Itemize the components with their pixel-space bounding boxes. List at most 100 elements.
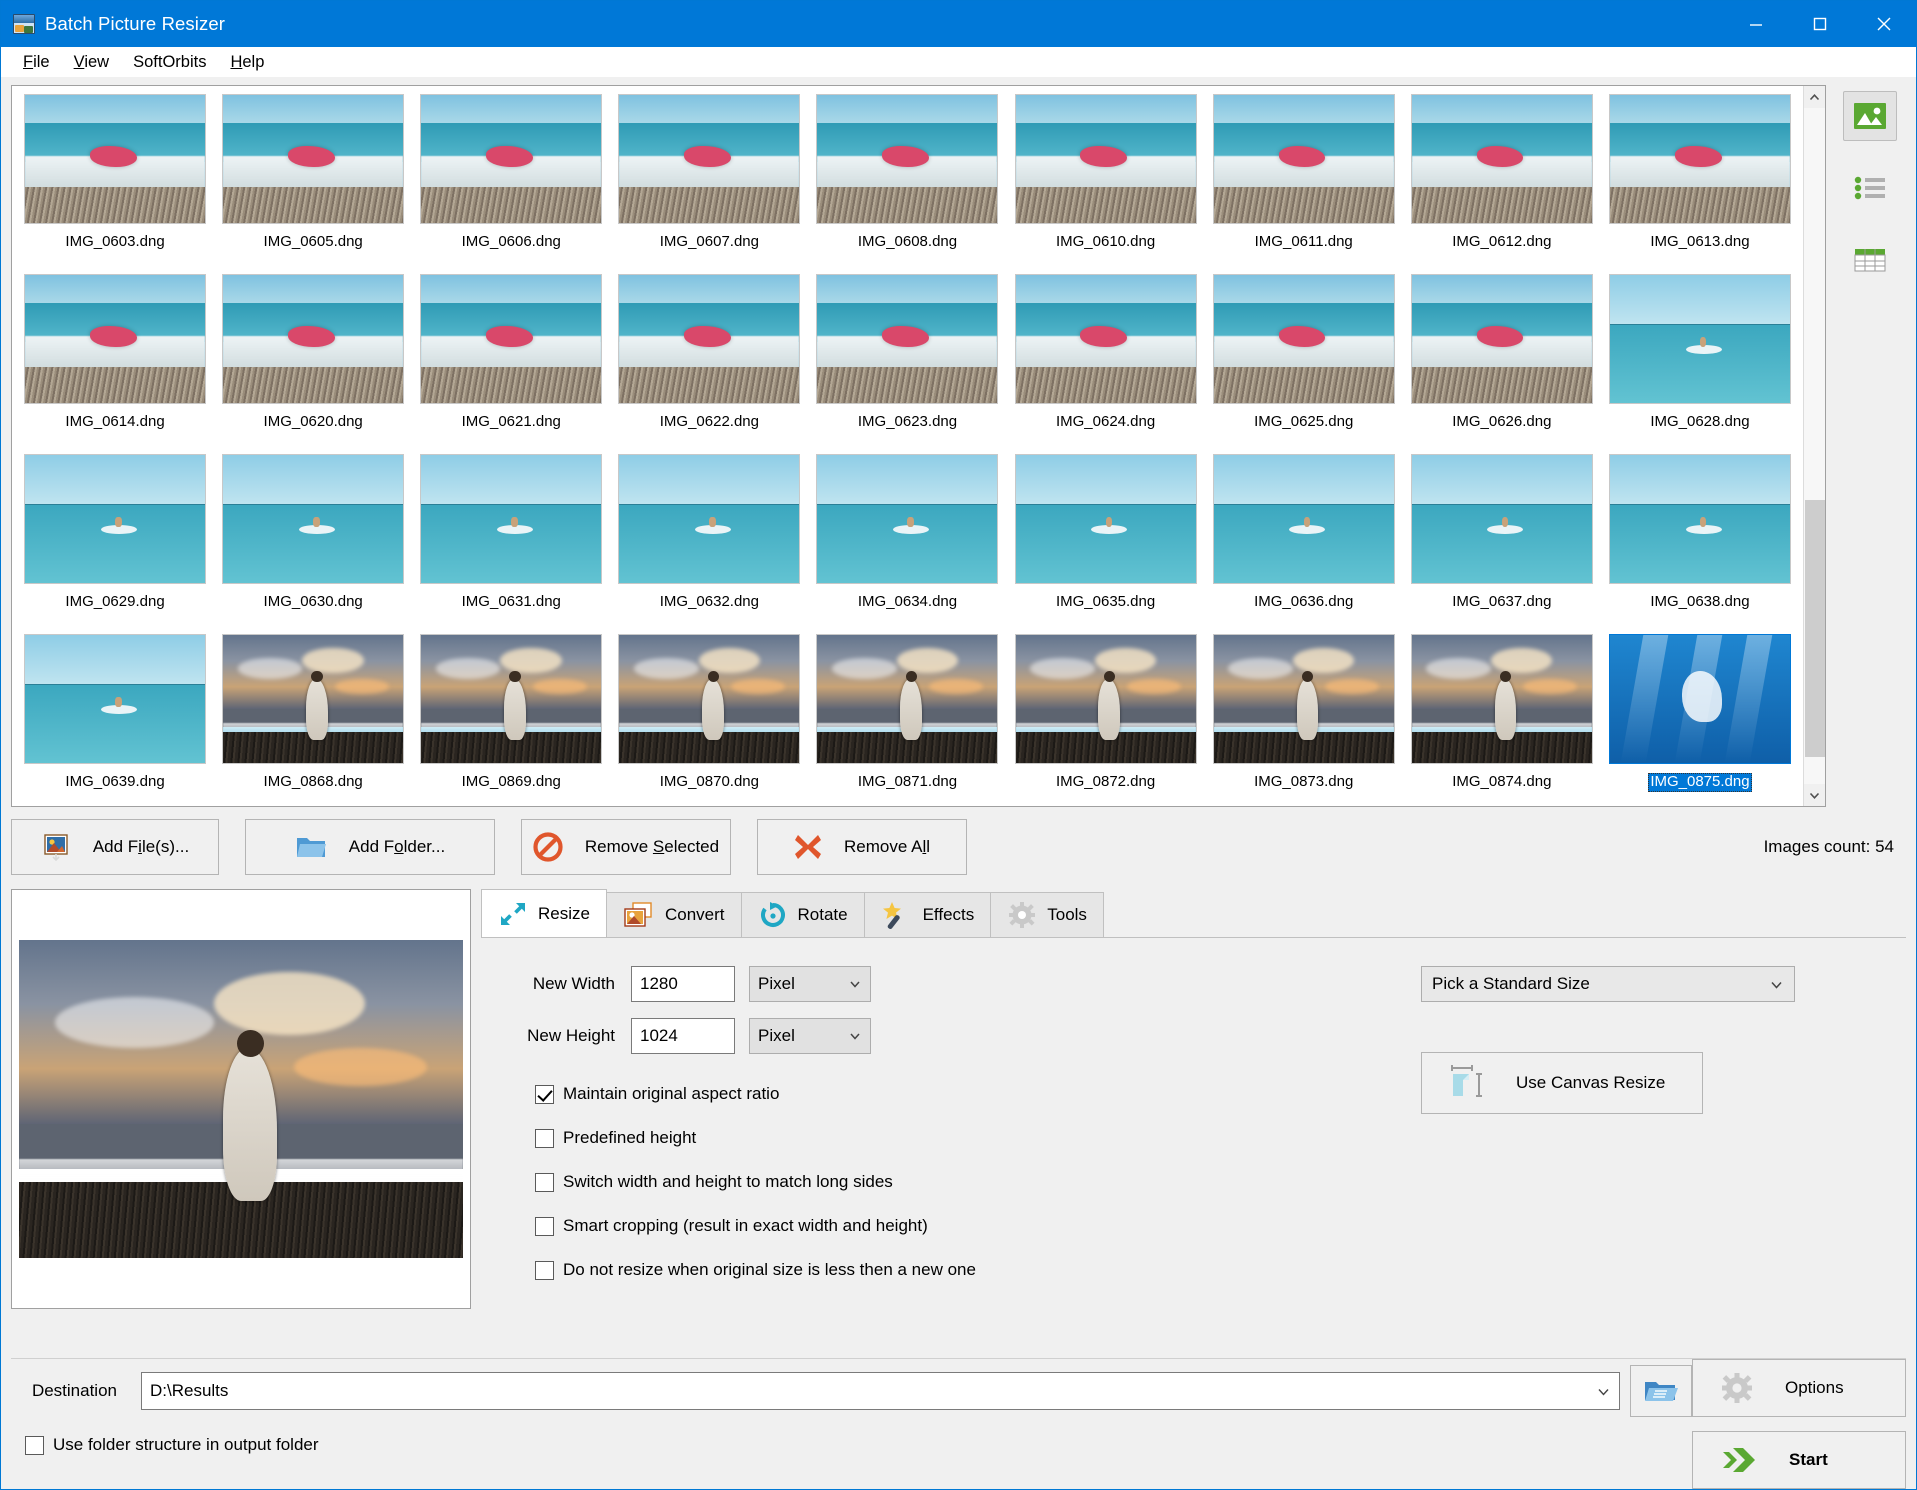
standard-size-select[interactable]: Pick a Standard Size [1421, 966, 1795, 1002]
new-width-input[interactable] [631, 966, 735, 1002]
thumbnail-item[interactable]: IMG_0623.dng [808, 272, 1006, 452]
preview-pane[interactable] [11, 889, 471, 1309]
thumbnail-item[interactable]: IMG_0869.dng [412, 632, 610, 806]
thumbnail-image[interactable] [1014, 94, 1197, 224]
thumbnail-item[interactable]: IMG_0629.dng [16, 452, 214, 632]
menu-softorbits[interactable]: SoftOrbits [121, 50, 218, 75]
new-width-unit-select[interactable]: Pixel [749, 966, 871, 1002]
thumbnail-item[interactable]: IMG_0639.dng [16, 632, 214, 806]
thumbnail-image[interactable] [618, 94, 801, 224]
thumbnail-item[interactable]: IMG_0625.dng [1205, 272, 1403, 452]
thumbnail-image[interactable] [420, 274, 603, 404]
browse-folder-button[interactable] [1630, 1365, 1692, 1417]
resize-checkbox[interactable] [535, 1260, 554, 1280]
thumbnail-image[interactable] [420, 454, 603, 584]
menu-help[interactable]: Help [218, 50, 276, 75]
thumbnail-item[interactable]: IMG_0872.dng [1007, 632, 1205, 806]
minimize-button[interactable] [1724, 1, 1788, 47]
thumbnail-item[interactable]: IMG_0870.dng [610, 632, 808, 806]
thumbnail-image[interactable] [816, 274, 999, 404]
resize-checkbox[interactable] [535, 1128, 554, 1148]
thumbnail-image[interactable] [1212, 634, 1395, 764]
thumbnail-item[interactable]: IMG_0607.dng [610, 92, 808, 272]
list-view-button[interactable] [1843, 163, 1897, 213]
thumbnail-image[interactable] [1014, 454, 1197, 584]
thumbnail-image[interactable] [1014, 634, 1197, 764]
use-folder-structure-checkbox[interactable] [25, 1435, 44, 1455]
thumbnail-image[interactable] [222, 274, 405, 404]
thumbnail-item[interactable]: IMG_0632.dng [610, 452, 808, 632]
thumbnail-item[interactable]: IMG_0636.dng [1205, 452, 1403, 632]
scroll-down-button[interactable] [1803, 784, 1825, 806]
thumbnail-image[interactable] [222, 94, 405, 224]
new-height-input[interactable] [631, 1018, 735, 1054]
thumbnail-image[interactable] [24, 634, 207, 764]
thumbnail-image[interactable] [1212, 454, 1395, 584]
thumbnail-image[interactable] [420, 634, 603, 764]
add-folder-button[interactable]: Add Folder... [245, 819, 495, 875]
thumbnail-item[interactable]: IMG_0603.dng [16, 92, 214, 272]
new-height-unit-select[interactable]: Pixel [749, 1018, 871, 1054]
start-button[interactable]: Start [1692, 1431, 1906, 1489]
thumbnail-panel[interactable]: IMG_0603.dng IMG_0605.dng IMG_0606.dng IMG_… [11, 85, 1826, 807]
thumbnail-image[interactable] [618, 634, 801, 764]
tab-rotate[interactable]: Rotate [740, 892, 865, 937]
menu-view[interactable]: View [62, 50, 121, 75]
thumbnail-image[interactable] [618, 454, 801, 584]
thumbnail-item[interactable]: IMG_0875.dng [1601, 632, 1799, 806]
thumbnail-item[interactable]: IMG_0637.dng [1403, 452, 1601, 632]
resize-checkbox-row[interactable]: Do not resize when original size is less… [481, 1260, 1906, 1280]
thumbnail-image[interactable] [420, 94, 603, 224]
thumbnail-image[interactable] [1608, 274, 1791, 404]
thumbnail-image[interactable] [1410, 94, 1593, 224]
use-folder-structure-row[interactable]: Use folder structure in output folder [25, 1435, 1692, 1455]
resize-checkbox[interactable] [535, 1172, 554, 1192]
thumbnail-item[interactable]: IMG_0620.dng [214, 272, 412, 452]
scroll-track[interactable] [1803, 108, 1825, 784]
tab-effects[interactable]: Effects [863, 892, 992, 937]
resize-checkbox-row[interactable]: Predefined height [481, 1128, 1906, 1148]
remove-selected-button[interactable]: Remove Selected [521, 819, 731, 875]
thumbnail-item[interactable]: IMG_0622.dng [610, 272, 808, 452]
thumbnail-item[interactable]: IMG_0874.dng [1403, 632, 1601, 806]
resize-checkbox[interactable] [535, 1084, 554, 1104]
thumbnail-item[interactable]: IMG_0621.dng [412, 272, 610, 452]
thumbnail-item[interactable]: IMG_0610.dng [1007, 92, 1205, 272]
thumbnail-image[interactable] [222, 454, 405, 584]
tab-resize[interactable]: Resize [481, 889, 607, 937]
thumbnail-item[interactable]: IMG_0614.dng [16, 272, 214, 452]
remove-all-button[interactable]: Remove All [757, 819, 967, 875]
thumbnail-image[interactable] [1410, 274, 1593, 404]
thumbnail-image[interactable] [1212, 94, 1395, 224]
scroll-up-button[interactable] [1803, 86, 1825, 108]
thumbnail-item[interactable]: IMG_0611.dng [1205, 92, 1403, 272]
thumbnail-item[interactable]: IMG_0638.dng [1601, 452, 1799, 632]
options-button[interactable]: Options [1692, 1359, 1906, 1417]
thumbnail-item[interactable]: IMG_0608.dng [808, 92, 1006, 272]
thumbnail-item[interactable]: IMG_0868.dng [214, 632, 412, 806]
thumbnail-image[interactable] [1410, 454, 1593, 584]
table-view-button[interactable] [1843, 235, 1897, 285]
thumbnail-item[interactable]: IMG_0605.dng [214, 92, 412, 272]
thumbnail-item[interactable]: IMG_0624.dng [1007, 272, 1205, 452]
thumbnail-item[interactable]: IMG_0606.dng [412, 92, 610, 272]
thumbnail-image[interactable] [1608, 634, 1791, 764]
thumbnail-item[interactable]: IMG_0631.dng [412, 452, 610, 632]
resize-checkbox-row[interactable]: Smart cropping (result in exact width an… [481, 1216, 1906, 1236]
thumbnail-item[interactable]: IMG_0873.dng [1205, 632, 1403, 806]
thumbnail-image[interactable] [24, 94, 207, 224]
thumbnail-view-button[interactable] [1843, 91, 1897, 141]
thumbnail-image[interactable] [1212, 274, 1395, 404]
use-canvas-resize-button[interactable]: Use Canvas Resize [1421, 1052, 1703, 1114]
resize-checkbox-row[interactable]: Switch width and height to match long si… [481, 1172, 1906, 1192]
thumbnail-image[interactable] [1608, 454, 1791, 584]
menu-file[interactable]: File [11, 50, 62, 75]
thumbnail-image[interactable] [1014, 274, 1197, 404]
scroll-thumb[interactable] [1804, 500, 1825, 757]
thumbnail-item[interactable]: IMG_0612.dng [1403, 92, 1601, 272]
thumbnail-item[interactable]: IMG_0871.dng [808, 632, 1006, 806]
thumbnail-item[interactable]: IMG_0634.dng [808, 452, 1006, 632]
thumbnail-image[interactable] [816, 94, 999, 224]
thumbnail-item[interactable]: IMG_0626.dng [1403, 272, 1601, 452]
thumbnail-image[interactable] [816, 454, 999, 584]
